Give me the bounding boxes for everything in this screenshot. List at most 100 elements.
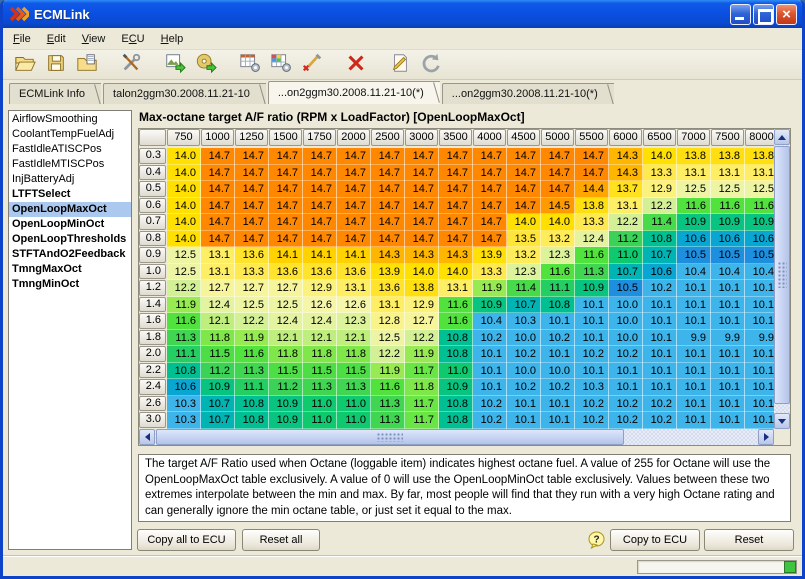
table-cell[interactable]: 14.7 (235, 231, 269, 248)
table-cell[interactable]: 11.9 (371, 363, 405, 380)
row-header-2.0[interactable]: 2.0 (139, 346, 166, 362)
table-cell[interactable]: 14.7 (371, 198, 405, 215)
table-cell[interactable]: 10.2 (575, 346, 609, 363)
scroll-up-button[interactable] (774, 129, 790, 145)
table-cell[interactable]: 14.7 (371, 214, 405, 231)
table-cell[interactable]: 11.2 (201, 363, 235, 380)
table-cell[interactable]: 10.9 (269, 396, 303, 413)
table-cell[interactable]: 10.2 (473, 396, 507, 413)
table-cell[interactable]: 10.1 (677, 313, 711, 330)
table-cell[interactable]: 11.6 (439, 313, 473, 330)
table-cell[interactable]: 14.0 (167, 214, 201, 231)
table-cell[interactable]: 10.8 (439, 330, 473, 347)
table-cell[interactable]: 11.5 (337, 363, 371, 380)
menu-file[interactable]: File (5, 30, 39, 48)
table-cell[interactable]: 10.8 (167, 363, 201, 380)
table-cell[interactable]: 14.7 (235, 198, 269, 215)
table-cell[interactable]: 14.3 (371, 247, 405, 264)
table-cell[interactable]: 11.1 (235, 379, 269, 396)
table-cell[interactable]: 14.0 (167, 198, 201, 215)
table-cell[interactable]: 14.7 (405, 198, 439, 215)
table-cell[interactable]: 11.8 (337, 346, 371, 363)
table-cell[interactable]: 14.7 (439, 148, 473, 165)
table-cell[interactable]: 10.0 (609, 313, 643, 330)
table-cell[interactable]: 10.9 (439, 379, 473, 396)
table-cell[interactable]: 10.7 (201, 412, 235, 429)
table-cell[interactable]: 12.4 (269, 313, 303, 330)
table-cell[interactable]: 13.6 (235, 247, 269, 264)
table-cell[interactable]: 14.7 (269, 148, 303, 165)
column-header-1000[interactable]: 1000 (201, 129, 234, 146)
table-cell[interactable]: 13.6 (371, 280, 405, 297)
table-cell[interactable]: 12.2 (235, 313, 269, 330)
table-cell[interactable]: 11.5 (269, 363, 303, 380)
table-cell[interactable]: 10.9 (269, 412, 303, 429)
table-cell[interactable]: 14.7 (405, 181, 439, 198)
table-cell[interactable]: 11.6 (371, 379, 405, 396)
table-cell[interactable]: 10.1 (711, 396, 745, 413)
table-cell[interactable]: 10.7 (507, 297, 541, 314)
table-cell[interactable]: 10.1 (711, 313, 745, 330)
table-cell[interactable]: 10.1 (711, 363, 745, 380)
table-cell[interactable]: 11.7 (405, 363, 439, 380)
table-cell[interactable]: 11.6 (235, 346, 269, 363)
table-cell[interactable]: 11.2 (609, 231, 643, 248)
table-cell[interactable]: 12.5 (167, 247, 201, 264)
tab-0[interactable]: ECMLink Info (9, 83, 101, 104)
table-cell[interactable]: 10.3 (507, 313, 541, 330)
table-cell[interactable]: 10.8 (235, 396, 269, 413)
table-cell[interactable]: 14.7 (473, 198, 507, 215)
close-button[interactable]: × (776, 4, 797, 25)
table-cell[interactable]: 10.0 (609, 330, 643, 347)
table-cell[interactable]: 11.9 (167, 297, 201, 314)
column-header-4500[interactable]: 4500 (507, 129, 540, 146)
sidebar-item-tmngminoct[interactable]: TmngMinOct (9, 277, 131, 292)
table-cell[interactable]: 13.1 (201, 247, 235, 264)
table-cell[interactable]: 12.2 (609, 214, 643, 231)
table-cell[interactable]: 14.1 (269, 247, 303, 264)
open-file-button[interactable] (11, 52, 39, 78)
table-cell[interactable]: 10.3 (575, 379, 609, 396)
table-cell[interactable]: 14.7 (303, 148, 337, 165)
column-header-2000[interactable]: 2000 (337, 129, 370, 146)
table-cell[interactable]: 10.3 (167, 396, 201, 413)
table-cell[interactable]: 14.7 (473, 165, 507, 182)
table-cell[interactable]: 10.5 (609, 280, 643, 297)
table-cell[interactable]: 12.5 (235, 297, 269, 314)
table-cell[interactable]: 14.7 (405, 165, 439, 182)
table-cell[interactable]: 14.7 (235, 181, 269, 198)
table-cell[interactable]: 12.2 (643, 198, 677, 215)
table-cell[interactable]: 11.3 (337, 379, 371, 396)
table-cell[interactable]: 14.7 (201, 231, 235, 248)
table-cell[interactable]: 10.7 (643, 247, 677, 264)
table-cell[interactable]: 12.7 (269, 280, 303, 297)
table-cell[interactable]: 14.7 (439, 198, 473, 215)
table-cell[interactable]: 11.0 (337, 396, 371, 413)
sidebar-item-stftando2feedback[interactable]: STFTAndO2Feedback (9, 247, 131, 262)
column-header-3000[interactable]: 3000 (405, 129, 438, 146)
menu-view[interactable]: View (74, 30, 114, 48)
table-cell[interactable]: 14.7 (303, 231, 337, 248)
table-cell[interactable]: 14.7 (201, 165, 235, 182)
table-cell[interactable]: 13.5 (507, 231, 541, 248)
table-cell[interactable]: 14.7 (439, 214, 473, 231)
table-cell[interactable]: 13.1 (711, 165, 745, 182)
table-cell[interactable]: 10.1 (677, 363, 711, 380)
table-cell[interactable]: 14.7 (439, 165, 473, 182)
table-cell[interactable]: 12.9 (303, 280, 337, 297)
table-cell[interactable]: 13.2 (541, 231, 575, 248)
table-cell[interactable]: 10.0 (609, 297, 643, 314)
row-header-1.4[interactable]: 1.4 (139, 297, 166, 313)
table-cell[interactable]: 10.5 (745, 247, 774, 264)
column-header-1250[interactable]: 1250 (235, 129, 268, 146)
table-cell[interactable]: 10.1 (541, 396, 575, 413)
table-cell[interactable]: 13.8 (405, 280, 439, 297)
scroll-right-button[interactable] (758, 429, 774, 445)
table-cell[interactable]: 10.6 (745, 231, 774, 248)
table-cell[interactable]: 11.8 (405, 379, 439, 396)
table-cell[interactable]: 12.5 (711, 181, 745, 198)
table-cell[interactable]: 10.1 (677, 297, 711, 314)
table-cell[interactable]: 14.7 (405, 148, 439, 165)
table-cell[interactable]: 14.7 (337, 181, 371, 198)
table-cell[interactable]: 14.7 (507, 181, 541, 198)
